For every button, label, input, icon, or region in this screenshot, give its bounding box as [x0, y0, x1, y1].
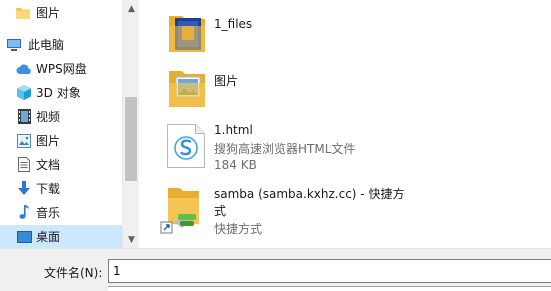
filename-input[interactable]: [108, 259, 551, 283]
folder-icon: [167, 12, 213, 58]
nav-item-music[interactable]: 音乐: [0, 201, 122, 224]
file-name: 1_files: [214, 17, 253, 31]
file-type: 快捷方式: [214, 222, 263, 236]
3d-objects-icon: [15, 84, 33, 102]
file-item-1-files[interactable]: 1_files: [140, 8, 551, 58]
music-icon: [15, 204, 33, 222]
folder-icon: [167, 67, 213, 113]
pictures-icon: [15, 132, 33, 150]
nav-item-label: 3D 对象: [36, 86, 81, 100]
file-type: 搜狗高速浏览器HTML文件: [214, 142, 356, 156]
nav-item-videos[interactable]: 视频: [0, 105, 122, 128]
filename-bar: 文件名(N):: [0, 248, 551, 291]
nav-item-pictures[interactable]: 图片: [0, 129, 122, 152]
cloud-icon: [15, 60, 33, 78]
file-item-pictures[interactable]: 图片: [140, 63, 551, 113]
nav-item-label: WPS网盘: [36, 62, 87, 76]
nav-item-label: 视频: [36, 110, 61, 124]
file-name: samba (samba.kxhz.cc) - 快捷方: [214, 187, 405, 201]
scrollbar-thumb[interactable]: [125, 97, 137, 181]
nav-item-desktop[interactable]: 桌面: [0, 225, 122, 248]
scroll-up-icon[interactable]: ▲: [123, 0, 140, 17]
nav-item-label: 桌面: [36, 230, 61, 244]
file-item-1-html[interactable]: 1.html 搜狗高速浏览器HTML文件 184 KB: [140, 118, 551, 176]
nav-item-pictures-folder[interactable]: 图片: [0, 1, 122, 24]
nav-item-3d-objects[interactable]: 3D 对象: [0, 81, 122, 104]
download-icon: [15, 180, 33, 198]
nav-scrollbar[interactable]: ▲ ▼: [122, 0, 139, 248]
shortcut-folder-icon: [160, 184, 206, 234]
file-list: 1_files 图片 1.html 搜狗高速浏览器HTML文件 184 KB s…: [140, 0, 551, 248]
nav-item-label: 图片: [36, 134, 61, 148]
video-icon: [15, 108, 33, 126]
nav-item-label: 下载: [36, 182, 61, 196]
nav-item-wps-cloud[interactable]: WPS网盘: [0, 57, 122, 80]
file-item-samba-shortcut[interactable]: samba (samba.kxhz.cc) - 快捷方 式 快捷方式: [140, 180, 551, 238]
nav-item-label: 此电脑: [28, 38, 65, 52]
nav-item-downloads[interactable]: 下载: [0, 177, 122, 200]
filename-label: 文件名(N):: [44, 266, 103, 280]
file-name: 图片: [214, 74, 239, 88]
navigation-pane: 图片 此电脑 WPS网盘 3D 对象 视频 图片 文档 下载 音乐 桌面: [0, 0, 122, 248]
html-file-icon: [166, 123, 212, 169]
file-name-continued: 式: [214, 204, 227, 218]
desktop-icon: [15, 228, 33, 246]
file-type-dropdown[interactable]: [108, 286, 551, 291]
nav-item-label: 文档: [36, 158, 61, 172]
nav-item-documents[interactable]: 文档: [0, 153, 122, 176]
file-name: 1.html: [214, 123, 253, 137]
scroll-down-icon[interactable]: ▼: [123, 231, 140, 248]
documents-icon: [15, 156, 33, 174]
nav-item-label: 图片: [36, 6, 61, 20]
nav-item-this-pc[interactable]: 此电脑: [0, 33, 122, 56]
nav-item-label: 音乐: [36, 206, 61, 220]
computer-icon: [5, 36, 23, 54]
folder-icon: [14, 4, 32, 22]
file-size: 184 KB: [214, 158, 257, 172]
